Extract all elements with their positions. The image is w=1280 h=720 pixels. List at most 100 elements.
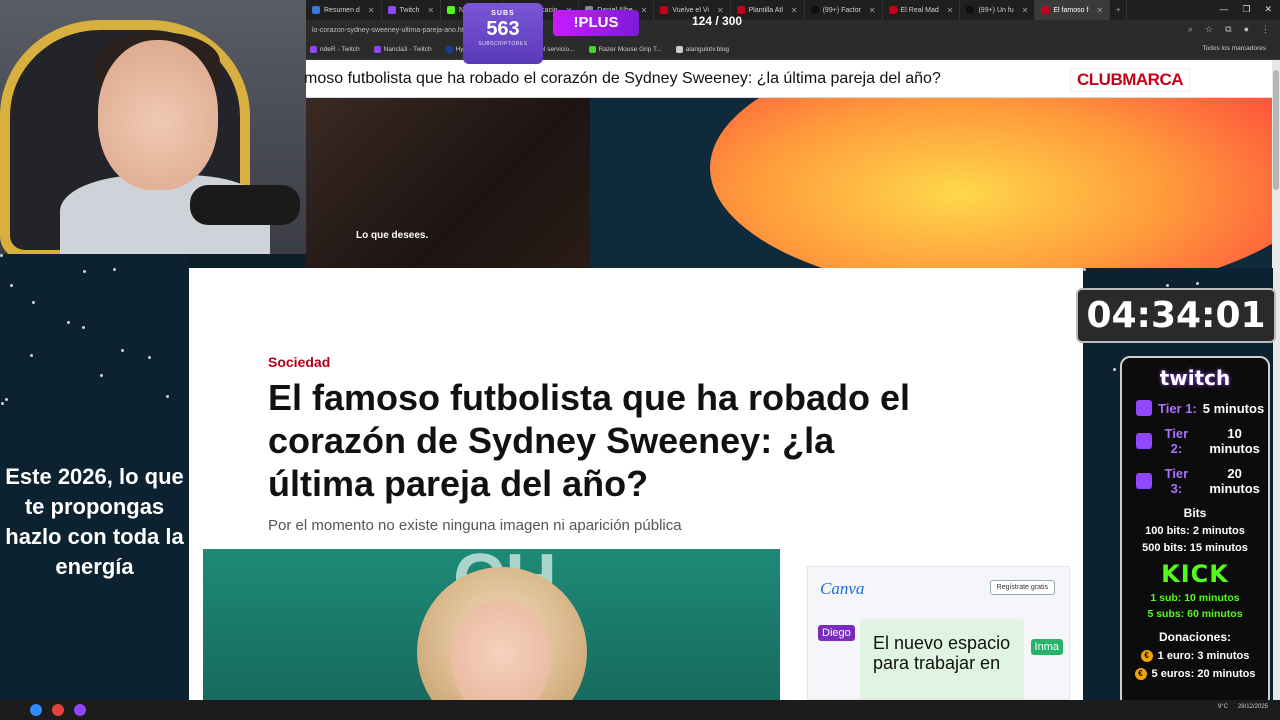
bookmark-label: ndeR - Twitch (320, 46, 360, 53)
extensions-icon[interactable]: ⧉ (1225, 24, 1231, 35)
twitch-icon (1136, 473, 1152, 489)
sub-goal: 124 / 300 (692, 14, 743, 28)
maximize-icon[interactable]: ❐ (1242, 4, 1250, 15)
tier-value: 20 minutos (1209, 466, 1260, 496)
subathon-timer: 04:34:01 (1076, 288, 1276, 343)
video-player[interactable]: Lo que desees. (306, 98, 590, 268)
snow-dot (1083, 268, 1086, 271)
snow-dot (147, 356, 151, 360)
date-text[interactable]: 28/12/2025 (1238, 704, 1268, 710)
snow-dot (1165, 284, 1169, 288)
canva-ad[interactable]: Canva Regístrate gratis Diego Inma El nu… (807, 566, 1070, 700)
snow-dot (0, 254, 3, 257)
article-photo[interactable]: CH (203, 549, 780, 700)
tab-close-icon[interactable]: ✕ (368, 6, 375, 15)
donation-text-2: 5 euros: 20 minutos (1151, 668, 1256, 680)
tab-favicon-icon (447, 6, 456, 14)
tab-label: Vuelve el Vi (672, 6, 709, 14)
tab-favicon-icon (966, 6, 975, 14)
tab-favicon-icon (387, 6, 396, 14)
bookmark-item[interactable]: Razer Mouse Grip T... (588, 46, 662, 53)
tab-close-icon[interactable]: ✕ (1022, 6, 1029, 15)
tab-favicon-icon (312, 6, 320, 14)
browser-tab[interactable]: El famoso f ✕ (1035, 0, 1111, 20)
chrome-icon[interactable] (30, 704, 42, 716)
tab-label: (99+) Un fu (978, 6, 1014, 14)
browser-tab[interactable]: (99+) Factor ✕ (805, 0, 883, 20)
bookmark-label: Razer Mouse Grip T... (598, 46, 662, 53)
tier-value: 10 minutos (1209, 426, 1260, 456)
zoom-icon[interactable]: ⌕ (1188, 24, 1193, 35)
obs-icon[interactable] (52, 704, 64, 716)
bookmark-item[interactable]: Nancla3 - Twitch (373, 46, 432, 53)
snow-dot (1112, 368, 1116, 372)
snow-dot (112, 268, 116, 272)
bookmark-favicon-icon (373, 46, 381, 53)
site-header: moso futbolista que ha robado el corazón… (304, 60, 1272, 98)
tab-label: Twitch (399, 6, 420, 14)
subathon-panel: twitch Tier 1: 5 minutos Tier 2: 10 minutos… (1120, 356, 1270, 708)
article-headline: El famoso futbolista que ha robado el co… (268, 377, 911, 504)
snow-dot (5, 397, 9, 401)
minimize-icon[interactable]: — (1219, 4, 1228, 15)
tab-label: El famoso f (1053, 6, 1089, 14)
subs-count: 563 (486, 18, 520, 40)
twitch-icon (1136, 433, 1152, 449)
new-tab-button[interactable]: + (1110, 0, 1128, 20)
section-label[interactable]: Sociedad (268, 354, 330, 370)
clubmarca-logo[interactable]: CLUBMARCA (1070, 68, 1190, 92)
microphone (190, 185, 300, 225)
all-bookmarks[interactable]: Todos los marcadores (1202, 45, 1266, 52)
browser-tab[interactable]: (99+) Un fu ✕ (960, 0, 1036, 20)
plus-badge: !PLUS (553, 10, 639, 36)
twitch-icon (1136, 400, 1152, 416)
banner-artwork (590, 98, 1272, 268)
bookmark-item[interactable]: ndeR - Twitch (310, 46, 360, 53)
kick-line-2: 5 subs: 60 minutos (1147, 608, 1243, 620)
tab-favicon-icon (1041, 6, 1050, 14)
euro-icon: € (1140, 650, 1153, 662)
header-title[interactable]: moso futbolista que ha robado el corazón… (304, 70, 941, 88)
browser-tab[interactable]: Resumen d ✕ (306, 0, 382, 20)
kick-line-1: 1 sub: 10 minutos (1150, 592, 1240, 604)
window-controls: — ❐ ✕ (1219, 4, 1272, 15)
snow-dot (81, 325, 85, 329)
tab-close-icon[interactable]: ✕ (641, 6, 648, 15)
bookmark-item[interactable]: alangulotv.blog (675, 46, 729, 53)
address-bar[interactable]: lo-corazon-sydney-sweeney-ultima-pareja-… (306, 20, 1280, 40)
tab-close-icon[interactable]: ✕ (947, 6, 954, 15)
ad-tag-diego: Diego (818, 625, 855, 641)
streamer-face (98, 40, 218, 190)
tab-close-icon[interactable]: ✕ (427, 6, 434, 15)
donation-line-2: €5 euros: 20 minutos (1122, 668, 1268, 680)
euro-icon: € (1134, 668, 1147, 680)
donations-title: Donaciones: (1158, 630, 1231, 644)
menu-icon[interactable]: ⋮ (1261, 24, 1270, 35)
app-icon[interactable] (74, 704, 86, 716)
bits-line-1: 100 bits: 2 minutos (1145, 525, 1245, 537)
snow-dot (1195, 282, 1199, 286)
video-subtitle: Lo que desees. (356, 230, 429, 241)
scrollbar-thumb[interactable] (1273, 70, 1279, 190)
browser-tab[interactable]: Twitch ✕ (382, 0, 442, 20)
close-icon[interactable]: ✕ (1264, 4, 1272, 15)
ad-text: El nuevo espacio para trabajar en (873, 633, 1011, 673)
url-text[interactable]: lo-corazon-sydney-sweeney-ultima-pareja-… (312, 27, 471, 34)
weather-text[interactable]: 9°C (1218, 704, 1228, 710)
profile-icon[interactable]: ● (1244, 24, 1249, 35)
tab-close-icon[interactable]: ✕ (1096, 6, 1103, 15)
star-icon[interactable]: ☆ (1205, 24, 1213, 35)
subs-sublabel: SUBSCRIPTORES (478, 41, 528, 47)
twitch-tier: Tier 3: 20 minutos (1136, 466, 1268, 496)
tab-close-icon[interactable]: ✕ (791, 6, 798, 15)
browser-tab[interactable]: El Real Mad ✕ (883, 0, 961, 20)
tab-label: El Real Mad (900, 6, 939, 14)
tier-label: Tier 1: (1158, 400, 1197, 416)
webcam-feed (0, 0, 306, 254)
snow-dot (165, 395, 169, 399)
tab-close-icon[interactable]: ✕ (869, 6, 876, 15)
register-button[interactable]: Regístrate gratis (989, 580, 1055, 595)
snow-dot (10, 283, 14, 287)
twitch-tier: Tier 2: 10 minutos (1136, 426, 1268, 456)
article: Sociedad El famoso futbolista que ha rob… (189, 268, 1083, 700)
